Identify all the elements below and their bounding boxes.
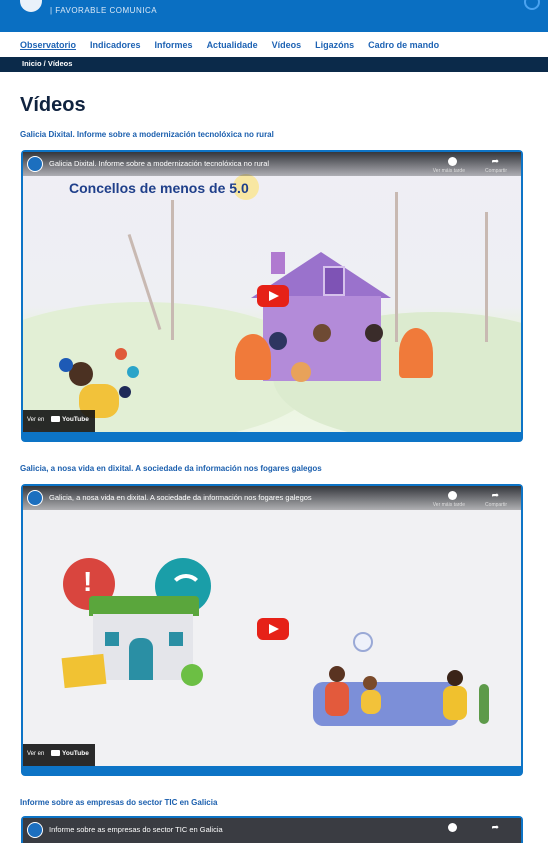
watch-on-label: Ver en	[27, 751, 45, 757]
video-heading: Informe sobre as empresas do sector TIC …	[20, 798, 218, 807]
youtube-logo: YouTube	[51, 750, 89, 757]
watch-later-label: Ver máis tarde	[432, 168, 465, 174]
play-button[interactable]	[257, 618, 289, 640]
watch-later-icon[interactable]	[448, 491, 457, 500]
nav-item-informes[interactable]: Informes	[155, 40, 193, 50]
help-circle-icon[interactable]	[524, 0, 540, 10]
player-title[interactable]: Informe sobre as empresas do sector TIC …	[49, 825, 223, 834]
share-icon[interactable]: ➦	[491, 490, 499, 501]
watch-later-icon[interactable]	[448, 157, 457, 166]
share-label: Compartir	[485, 168, 507, 174]
share-label: Compartir	[485, 502, 507, 508]
watch-later-label: Ver máis tarde	[432, 502, 465, 508]
breadcrumb: Inicio / Vídeos	[0, 57, 548, 72]
video-overlay-text: Concellos de menos de 5.0	[69, 180, 249, 196]
breadcrumb-text[interactable]: Inicio / Vídeos	[22, 59, 72, 68]
video-thumbnail[interactable]: Informe sobre as empresas do sector TIC …	[23, 818, 521, 843]
logo-icon[interactable]	[20, 0, 42, 12]
watch-on-youtube-button[interactable]: Ver en YouTube	[23, 410, 95, 432]
watch-on-label: Ver en	[27, 417, 45, 423]
page-title: Vídeos	[20, 94, 86, 116]
house-illustration	[89, 596, 199, 616]
video-player[interactable]: Informe sobre as empresas do sector TIC …	[21, 816, 523, 843]
nav-item-ligazons[interactable]: Ligazóns	[315, 40, 354, 50]
nav-item-videos[interactable]: Vídeos	[272, 40, 302, 50]
video-player[interactable]: Galicia, a nosa vida en dixital. A socie…	[21, 484, 523, 776]
nav-item-observatorio[interactable]: Observatorio	[20, 40, 76, 50]
video-player[interactable]: Concellos de menos de 5.0 Galicia Dixita…	[21, 150, 523, 442]
nav-item-indicadores[interactable]: Indicadores	[90, 40, 141, 50]
clock-graphic	[353, 632, 373, 652]
channel-avatar[interactable]	[27, 490, 43, 506]
video-heading: Galicia Dixital. Informe sobre a moderni…	[20, 130, 274, 139]
channel-avatar[interactable]	[27, 156, 43, 172]
share-icon[interactable]: ➦	[491, 156, 499, 167]
main-nav: Observatorio Indicadores Informes Actual…	[0, 32, 548, 58]
video-thumbnail[interactable]: Galicia, a nosa vida en dixital. A socie…	[23, 486, 521, 766]
watch-later-icon[interactable]	[448, 823, 457, 832]
video-thumbnail[interactable]: Concellos de menos de 5.0 Galicia Dixita…	[23, 152, 521, 432]
site-brand[interactable]: | FAVORABLE COMUNICA	[50, 6, 157, 15]
youtube-logo: YouTube	[51, 416, 89, 423]
site-header: | FAVORABLE COMUNICA	[0, 0, 548, 32]
player-title[interactable]: Galicia Dixital. Informe sobre a moderni…	[49, 159, 269, 168]
video-heading: Galicia, a nosa vida en dixital. A socie…	[20, 464, 322, 473]
play-button[interactable]	[257, 285, 289, 307]
nav-item-actualidade[interactable]: Actualidade	[207, 40, 258, 50]
page: | FAVORABLE COMUNICA Observatorio Indica…	[0, 0, 548, 843]
nav-item-cadro-de-mando[interactable]: Cadro de mando	[368, 40, 439, 50]
watch-on-youtube-button[interactable]: Ver en YouTube	[23, 744, 95, 766]
player-title[interactable]: Galicia, a nosa vida en dixital. A socie…	[49, 493, 312, 502]
channel-avatar[interactable]	[27, 822, 43, 838]
share-icon[interactable]: ➦	[491, 822, 499, 833]
